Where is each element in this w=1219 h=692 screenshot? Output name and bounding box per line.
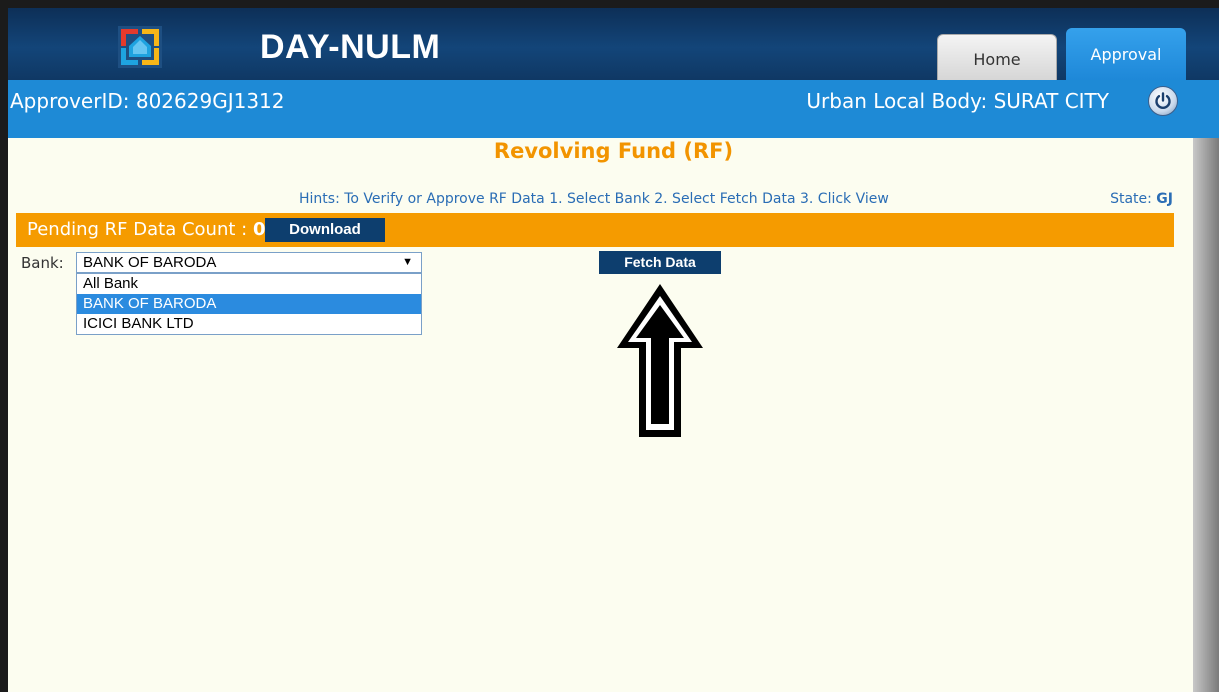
- download-button[interactable]: Download: [265, 218, 385, 242]
- chevron-down-icon: ▼: [402, 256, 413, 268]
- bank-label: Bank:: [21, 254, 64, 272]
- tab-approval[interactable]: Approval: [1066, 28, 1186, 80]
- state-value: GJ: [1156, 191, 1173, 207]
- bank-dropdown-list: All Bank BANK OF BARODA ICICI BANK LTD: [76, 273, 422, 335]
- bank-select[interactable]: BANK OF BARODA ▼: [76, 252, 422, 273]
- approver-id: ApproverID: 802629GJ1312: [10, 89, 285, 113]
- app-frame: DAY-NULM Home Approval ApproverID: 80262…: [8, 8, 1219, 692]
- pending-label: Pending RF Data Count :: [27, 219, 248, 240]
- tab-home[interactable]: Home: [937, 34, 1057, 80]
- urban-local-body: Urban Local Body: SURAT CITY: [806, 89, 1109, 113]
- pending-bar: Pending RF Data Count : 0 Download: [16, 213, 1174, 247]
- brand-title: DAY-NULM: [260, 28, 441, 66]
- page-title: Revolving Fund (RF): [493, 139, 734, 163]
- hints-text: Hints: To Verify or Approve RF Data 1. S…: [299, 191, 889, 207]
- power-icon[interactable]: [1148, 86, 1178, 116]
- right-edge-shadow: [1193, 138, 1219, 692]
- state-indicator: State: GJ: [1110, 191, 1173, 207]
- bank-option-icici[interactable]: ICICI BANK LTD: [77, 314, 421, 334]
- pending-count-value: 0: [252, 219, 266, 240]
- state-label: State:: [1110, 191, 1152, 207]
- nulm-logo-icon: [118, 26, 162, 68]
- fetch-data-button[interactable]: Fetch Data: [599, 251, 721, 274]
- user-info-bar: ApproverID: 802629GJ1312 Urban Local Bod…: [8, 80, 1219, 138]
- pending-count: Pending RF Data Count : 0: [27, 219, 265, 240]
- top-header: DAY-NULM Home Approval: [8, 8, 1219, 80]
- up-arrow-icon: [617, 284, 703, 437]
- bank-select-value: BANK OF BARODA: [83, 254, 217, 271]
- bank-option-all[interactable]: All Bank: [77, 274, 421, 294]
- bank-option-baroda[interactable]: BANK OF BARODA: [77, 294, 421, 314]
